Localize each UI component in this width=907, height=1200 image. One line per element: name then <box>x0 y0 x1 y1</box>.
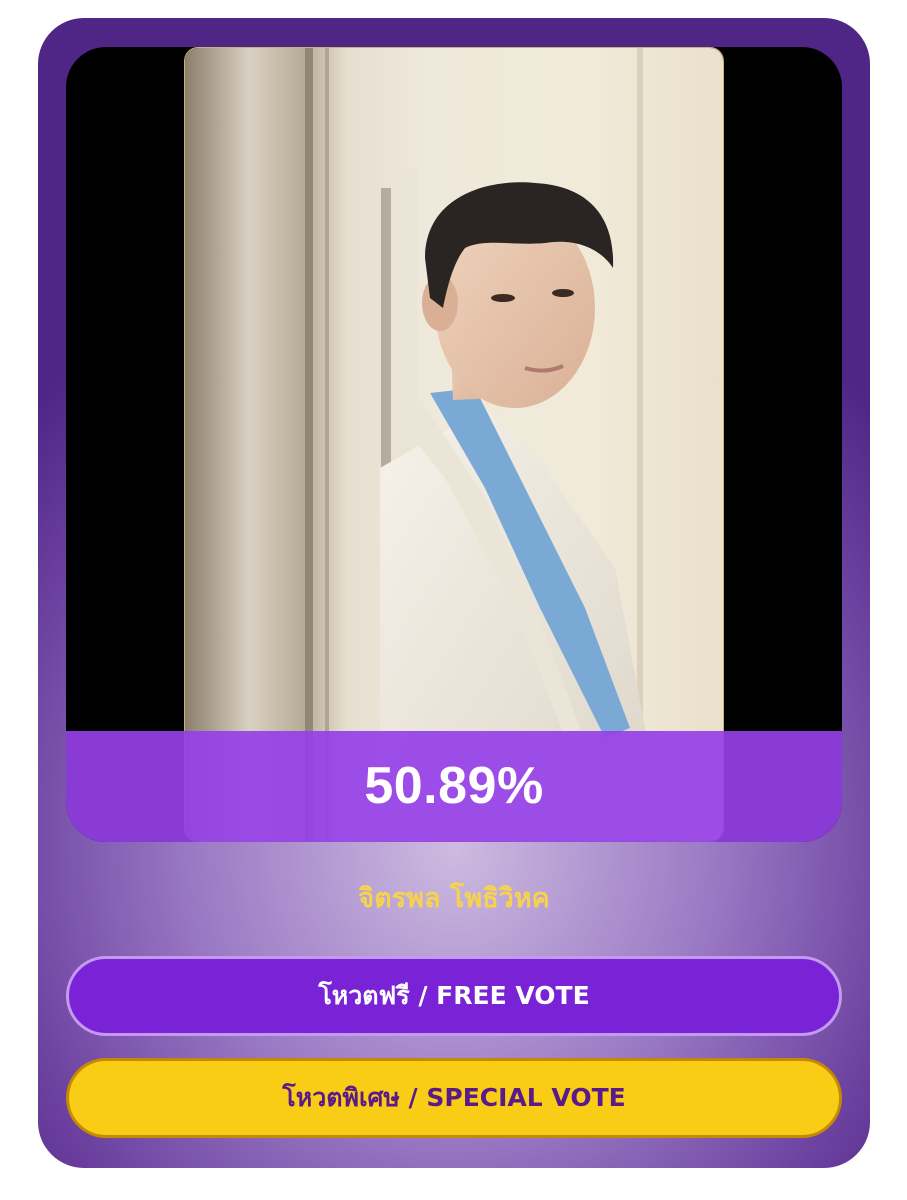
candidate-media-frame: 50.89% <box>66 47 842 842</box>
vote-percentage-bar: 50.89% <box>66 731 842 842</box>
vote-percentage: 50.89% <box>364 757 544 815</box>
special-vote-button[interactable]: โหวตพิเศษ / SPECIAL VOTE <box>66 1058 842 1138</box>
candidate-card: 50.89% จิตรพล โพธิวิหค โหวตฟรี / FREE VO… <box>38 18 870 1168</box>
candidate-name: จิตรพล โพธิวิหค <box>358 883 550 914</box>
free-vote-button[interactable]: โหวตฟรี / FREE VOTE <box>66 956 842 1036</box>
candidate-photo <box>184 47 724 842</box>
